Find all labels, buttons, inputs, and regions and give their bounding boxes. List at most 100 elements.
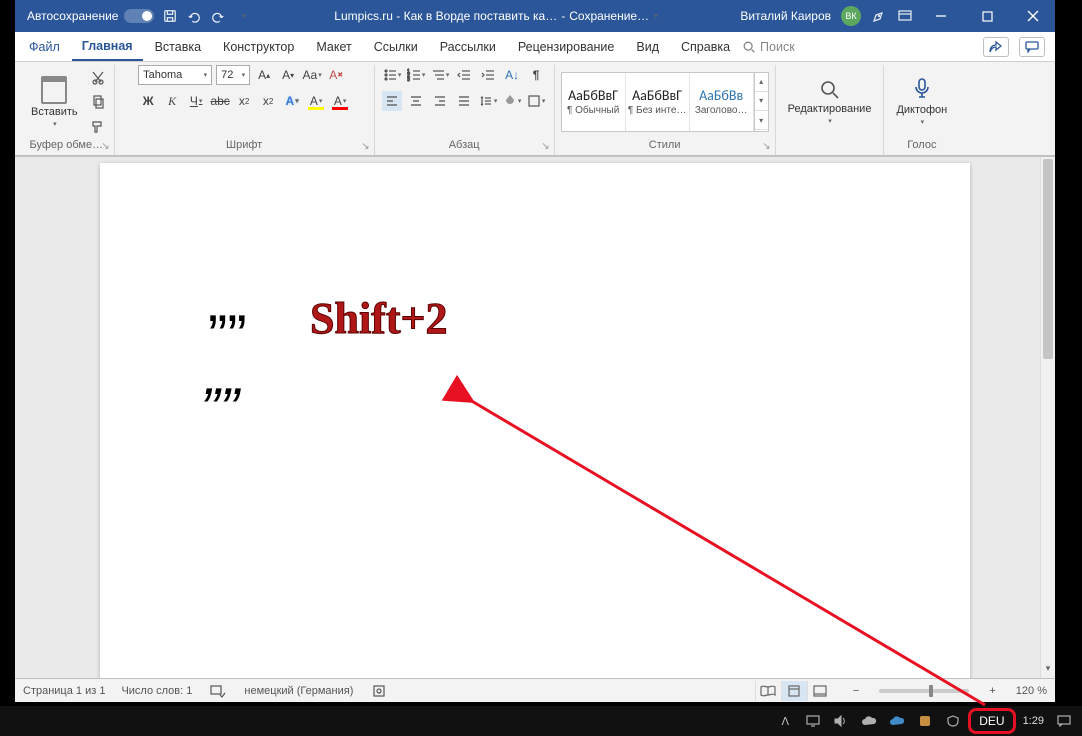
comingsoon-icon[interactable] <box>871 8 887 24</box>
tab-home[interactable]: Главная <box>72 32 143 61</box>
page[interactable]: „„ „„ Shift+2 <box>100 163 970 678</box>
close-button[interactable] <box>1015 0 1051 32</box>
highlight-icon[interactable]: A▾ <box>306 91 326 111</box>
minimize-button[interactable] <box>923 0 959 32</box>
change-case-icon[interactable]: Aa▾ <box>302 65 322 85</box>
tab-insert[interactable]: Вставка <box>145 32 211 61</box>
scroll-down-icon[interactable]: ▾ <box>1041 663 1055 678</box>
style-normal[interactable]: АаБбВвГ ¶ Обычный <box>562 73 626 131</box>
indent-decrease-icon[interactable] <box>454 65 474 85</box>
maximize-button[interactable] <box>969 0 1005 32</box>
share-button[interactable] <box>983 37 1009 57</box>
notifications-icon[interactable] <box>1056 713 1072 729</box>
styles-more-icon[interactable]: ▾ <box>755 111 768 130</box>
tab-review[interactable]: Рецензирование <box>508 32 625 61</box>
tab-mailings[interactable]: Рассылки <box>430 32 506 61</box>
cut-icon[interactable] <box>88 68 108 88</box>
toggle-switch-icon[interactable] <box>124 9 154 23</box>
align-right-icon[interactable] <box>430 91 450 111</box>
taskbar-time[interactable]: 1:29 <box>1023 715 1044 727</box>
spellcheck-icon[interactable] <box>208 681 228 701</box>
vertical-scrollbar[interactable]: ▴ ▾ <box>1040 157 1055 678</box>
tab-layout[interactable]: Макет <box>306 32 361 61</box>
line-spacing-icon[interactable]: ▾ <box>478 91 498 111</box>
style-nospacing[interactable]: АаБбВвГ ¶ Без инте… <box>626 73 690 131</box>
web-layout-icon[interactable] <box>807 681 833 701</box>
tab-references[interactable]: Ссылки <box>364 32 428 61</box>
bold-button[interactable]: Ж <box>138 91 158 111</box>
read-mode-icon[interactable] <box>755 681 781 701</box>
dictate-button[interactable]: Диктофон ▾ <box>890 75 953 128</box>
word-count[interactable]: Число слов: 1 <box>121 685 192 697</box>
tray-onedrive-icon[interactable] <box>861 713 877 729</box>
copy-icon[interactable] <box>88 92 108 112</box>
align-justify-icon[interactable] <box>454 91 474 111</box>
tab-design[interactable]: Конструктор <box>213 32 304 61</box>
tray-volume-icon[interactable] <box>833 713 849 729</box>
tray-app-icon[interactable] <box>917 713 933 729</box>
font-size-input[interactable]: 72▾ <box>216 65 250 85</box>
search-box[interactable]: Поиск <box>742 32 795 61</box>
italic-button[interactable]: К <box>162 91 182 111</box>
group-clipboard: Вставить ▾ Буфер обме… ↘ <box>19 65 115 155</box>
tray-security-icon[interactable] <box>945 713 961 729</box>
tab-view[interactable]: Вид <box>626 32 669 61</box>
autosave-toggle[interactable]: Автосохранение <box>27 9 154 23</box>
numbering-icon[interactable]: 123▾ <box>406 65 426 85</box>
ribbon-mode-icon[interactable] <box>897 8 913 24</box>
align-center-icon[interactable] <box>406 91 426 111</box>
subscript-button[interactable]: x2 <box>234 91 254 111</box>
styles-scroll-up-icon[interactable]: ▴ <box>755 73 768 92</box>
font-color-icon[interactable]: A▾ <box>330 91 350 111</box>
tab-file[interactable]: Файл <box>19 32 70 61</box>
tray-display-icon[interactable] <box>805 713 821 729</box>
macro-icon[interactable] <box>369 681 389 701</box>
comments-button[interactable] <box>1019 37 1045 57</box>
zoom-value[interactable]: 120 % <box>1016 685 1047 697</box>
page-status[interactable]: Страница 1 из 1 <box>23 685 105 697</box>
clear-format-icon[interactable]: A✖ <box>326 65 346 85</box>
indent-increase-icon[interactable] <box>478 65 498 85</box>
multilevel-icon[interactable]: ▾ <box>430 65 450 85</box>
styles-scroll-down-icon[interactable]: ▾ <box>755 92 768 111</box>
view-buttons <box>755 681 833 701</box>
styles-gallery[interactable]: АаБбВвГ ¶ Обычный АаБбВвГ ¶ Без инте… Аа… <box>561 72 769 132</box>
save-icon[interactable] <box>162 8 178 24</box>
paste-button[interactable]: Вставить ▾ <box>25 74 84 130</box>
paragraph-launcher-icon[interactable]: ↘ <box>541 141 549 152</box>
undo-icon[interactable] <box>186 8 202 24</box>
grow-font-icon[interactable]: A▴ <box>254 65 274 85</box>
borders-icon[interactable]: ▾ <box>526 91 546 111</box>
avatar[interactable]: ВК <box>841 6 861 26</box>
underline-button[interactable]: Ч▾ <box>186 91 206 111</box>
tray-chevron-icon[interactable]: ᐱ <box>777 713 793 729</box>
align-left-icon[interactable] <box>382 91 402 111</box>
show-marks-icon[interactable]: ¶ <box>526 65 546 85</box>
font-launcher-icon[interactable]: ↘ <box>361 141 369 152</box>
shrink-font-icon[interactable]: A▾ <box>278 65 298 85</box>
clipboard-launcher-icon[interactable]: ↘ <box>101 141 109 152</box>
user-name: Виталий Каиров <box>740 9 831 23</box>
sort-icon[interactable]: A↓ <box>502 65 522 85</box>
bullets-icon[interactable]: ▾ <box>382 65 402 85</box>
qat-dropdown-icon[interactable]: ▾ <box>235 8 251 24</box>
strike-button[interactable]: abc <box>210 91 230 111</box>
zoom-out-button[interactable]: − <box>849 685 863 697</box>
scroll-thumb[interactable] <box>1043 159 1053 359</box>
zoom-slider[interactable] <box>879 689 969 693</box>
editing-dropdown[interactable]: Редактирование ▾ <box>782 77 878 127</box>
zoom-in-button[interactable]: + <box>985 685 999 697</box>
print-layout-icon[interactable] <box>781 681 807 701</box>
style-heading1[interactable]: АаБбВв Заголово… <box>690 73 754 131</box>
tab-help[interactable]: Справка <box>671 32 740 61</box>
language-status[interactable]: немецкий (Германия) <box>244 685 353 697</box>
text-effects-icon[interactable]: A▾ <box>282 91 302 111</box>
superscript-button[interactable]: x2 <box>258 91 278 111</box>
tray-onedrive2-icon[interactable] <box>889 713 905 729</box>
shading-icon[interactable]: ▾ <box>502 91 522 111</box>
format-painter-icon[interactable] <box>88 116 108 136</box>
styles-launcher-icon[interactable]: ↘ <box>762 141 770 152</box>
font-name-input[interactable]: Tahoma▾ <box>138 65 212 85</box>
redo-icon[interactable] <box>210 8 226 24</box>
language-indicator[interactable]: DEU <box>973 712 1010 730</box>
